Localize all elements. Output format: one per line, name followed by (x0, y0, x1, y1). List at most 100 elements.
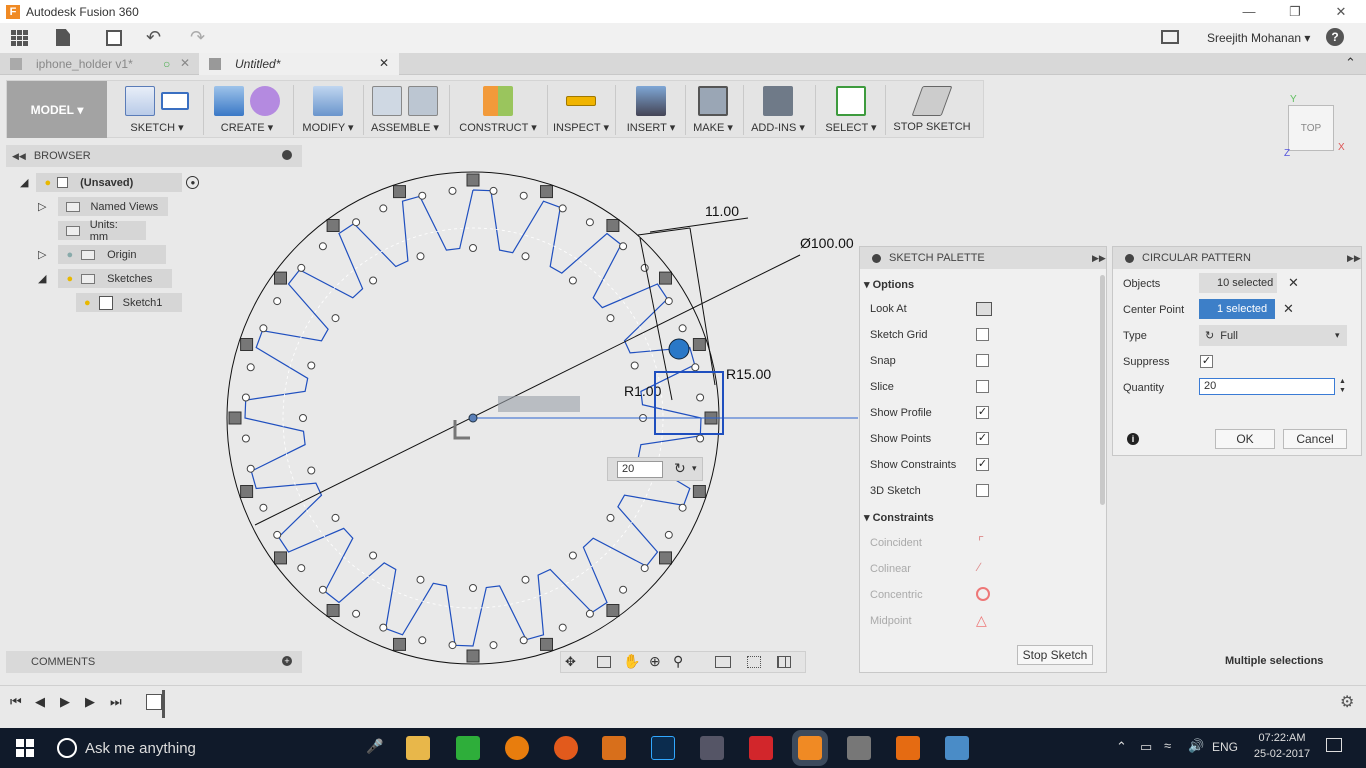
sketch-point[interactable] (640, 564, 649, 573)
clear-objects-icon[interactable]: ✕ (1288, 275, 1299, 291)
sketch-palette-header[interactable]: SKETCH PALETTE ▶▶ (860, 247, 1106, 269)
constraints-section-header[interactable]: ▾ Constraints (864, 511, 934, 524)
language-indicator[interactable]: ENG (1212, 740, 1238, 754)
app-icon[interactable] (700, 736, 724, 760)
sketch-point[interactable] (521, 252, 530, 261)
expand-arrow-icon[interactable]: ▷ (38, 200, 46, 213)
pattern-instance-checkbox[interactable] (692, 485, 706, 498)
workspace-switcher[interactable]: MODEL ▾ (7, 81, 107, 138)
sketch-point[interactable] (352, 609, 361, 618)
go-to-end-icon[interactable]: ⏭ (110, 694, 122, 710)
sketch-point[interactable] (568, 551, 577, 560)
diameter-dimension-label[interactable]: Ø100.00 (800, 235, 854, 251)
sketch-point[interactable] (489, 186, 498, 195)
sketch-point[interactable] (379, 623, 388, 632)
sketch-point[interactable] (307, 466, 316, 475)
blender-icon[interactable] (505, 736, 529, 760)
sketch-point[interactable] (619, 242, 628, 251)
job-status-icon[interactable] (1161, 30, 1179, 44)
show-points-checkbox[interactable]: ✓ (976, 432, 989, 445)
quantity-stepper[interactable]: ▲ ▼ (1339, 377, 1346, 395)
quantity-input[interactable]: 20 (1199, 378, 1335, 395)
selected-tooth-highlight[interactable] (654, 371, 724, 435)
tree-item-sketch1[interactable]: ● Sketch1 (76, 293, 182, 312)
minimize-button[interactable]: — (1226, 0, 1272, 23)
battery-icon[interactable]: ▭ (1140, 739, 1152, 755)
windows-start-icon[interactable] (16, 739, 34, 757)
ok-button[interactable]: OK (1215, 429, 1275, 449)
close-tab-icon[interactable]: ✕ (180, 56, 190, 70)
sketch-point[interactable] (259, 503, 268, 512)
coincident-icon[interactable]: ⌜ (978, 534, 984, 550)
pattern-instance-checkbox[interactable] (606, 604, 620, 617)
help-icon[interactable]: ? (1326, 28, 1344, 46)
wifi-icon[interactable]: ≈ (1164, 738, 1171, 753)
slice-checkbox[interactable] (976, 380, 989, 393)
pattern-instance-checkbox[interactable] (393, 185, 406, 199)
sketch-point[interactable] (678, 324, 687, 333)
constraint-coincident[interactable]: Coincident (870, 537, 922, 549)
grid-settings-icon[interactable] (747, 656, 761, 668)
sketch-point[interactable] (585, 218, 594, 227)
app-v-icon[interactable] (749, 736, 773, 760)
sketch-point[interactable] (259, 324, 268, 333)
sketch-point[interactable] (448, 186, 457, 195)
options-section-header[interactable]: ▾ Options (864, 278, 914, 291)
tree-item-sketches[interactable]: ◢ ● Sketches (38, 269, 173, 288)
modify-menu[interactable]: MODIFY ▾ (295, 81, 361, 138)
play-icon[interactable]: ▶ (85, 694, 95, 710)
sketch-point[interactable] (568, 276, 577, 285)
info-icon[interactable]: i (1127, 433, 1139, 445)
firefox-icon[interactable] (554, 736, 578, 760)
expand-arrow-icon[interactable]: ▷ (38, 248, 46, 261)
clock-date[interactable]: 25-02-2017 (1250, 748, 1314, 760)
sketch-point[interactable] (678, 503, 687, 512)
go-to-start-icon[interactable]: ⏮ (10, 694, 22, 710)
add-comment-icon[interactable]: + (282, 656, 292, 666)
make-menu[interactable]: MAKE ▾ (689, 81, 737, 138)
expand-palette-icon[interactable]: ▶▶ (1092, 253, 1106, 264)
bulb-icon[interactable]: ● (84, 297, 91, 309)
pattern-instance-checkbox[interactable] (659, 551, 672, 565)
zoom-icon[interactable]: ⊕ (649, 653, 661, 670)
center-point-selection-button[interactable]: 1 selected (1199, 299, 1275, 319)
step-back-icon[interactable]: ◀ (35, 694, 45, 710)
sketch-point[interactable] (585, 609, 594, 618)
sketch-point[interactable] (299, 414, 307, 422)
palette-scrollbar[interactable] (1100, 275, 1105, 505)
sketch-point[interactable] (416, 252, 425, 261)
sketch-point[interactable] (318, 585, 327, 594)
microphone-icon[interactable]: 🎤 (366, 738, 383, 755)
look-at-icon[interactable] (976, 302, 992, 316)
sketch-point[interactable] (246, 363, 255, 372)
pdf-icon[interactable] (602, 736, 626, 760)
sketch-menu[interactable]: SKETCH ▾ (113, 81, 201, 138)
bulb-icon[interactable]: ● (66, 273, 73, 285)
photos-icon[interactable] (945, 736, 969, 760)
tree-root[interactable]: ◢ ● (Unsaved) ● (20, 173, 200, 192)
undo-icon[interactable]: ↶ (146, 27, 161, 48)
canvas-quantity-input[interactable]: 20 (617, 461, 663, 478)
sketch-point[interactable] (469, 244, 477, 252)
comments-panel-header[interactable]: COMMENTS + (6, 651, 302, 673)
close-tab-icon[interactable]: ✕ (379, 56, 389, 70)
expand-dialog-icon[interactable]: ▶▶ (1347, 253, 1361, 264)
sketch-point[interactable] (318, 242, 327, 251)
pattern-instance-checkbox[interactable] (540, 637, 553, 651)
sketch-point[interactable] (418, 636, 427, 645)
maximize-button[interactable]: ❐ (1272, 0, 1318, 23)
collapse-palette-icon[interactable] (872, 253, 881, 263)
pattern-instance-checkbox[interactable] (240, 338, 254, 351)
sketch-point[interactable] (307, 361, 316, 370)
sketch-point[interactable] (331, 314, 340, 323)
action-center-icon[interactable] (1326, 738, 1342, 752)
close-window-button[interactable]: ✕ (1318, 0, 1364, 23)
stop-sketch-button[interactable]: STOP SKETCH (891, 81, 973, 138)
select-menu[interactable]: SELECT ▾ (821, 81, 881, 138)
pattern-instance-checkbox[interactable] (466, 649, 480, 663)
timeline-sketch-icon[interactable] (146, 694, 162, 710)
tree-item-named-views[interactable]: ▷ Named Views (38, 197, 169, 216)
photoshop-icon[interactable] (651, 736, 675, 760)
sketch-point[interactable] (448, 641, 457, 650)
pattern-instance-checkbox[interactable] (274, 271, 287, 285)
